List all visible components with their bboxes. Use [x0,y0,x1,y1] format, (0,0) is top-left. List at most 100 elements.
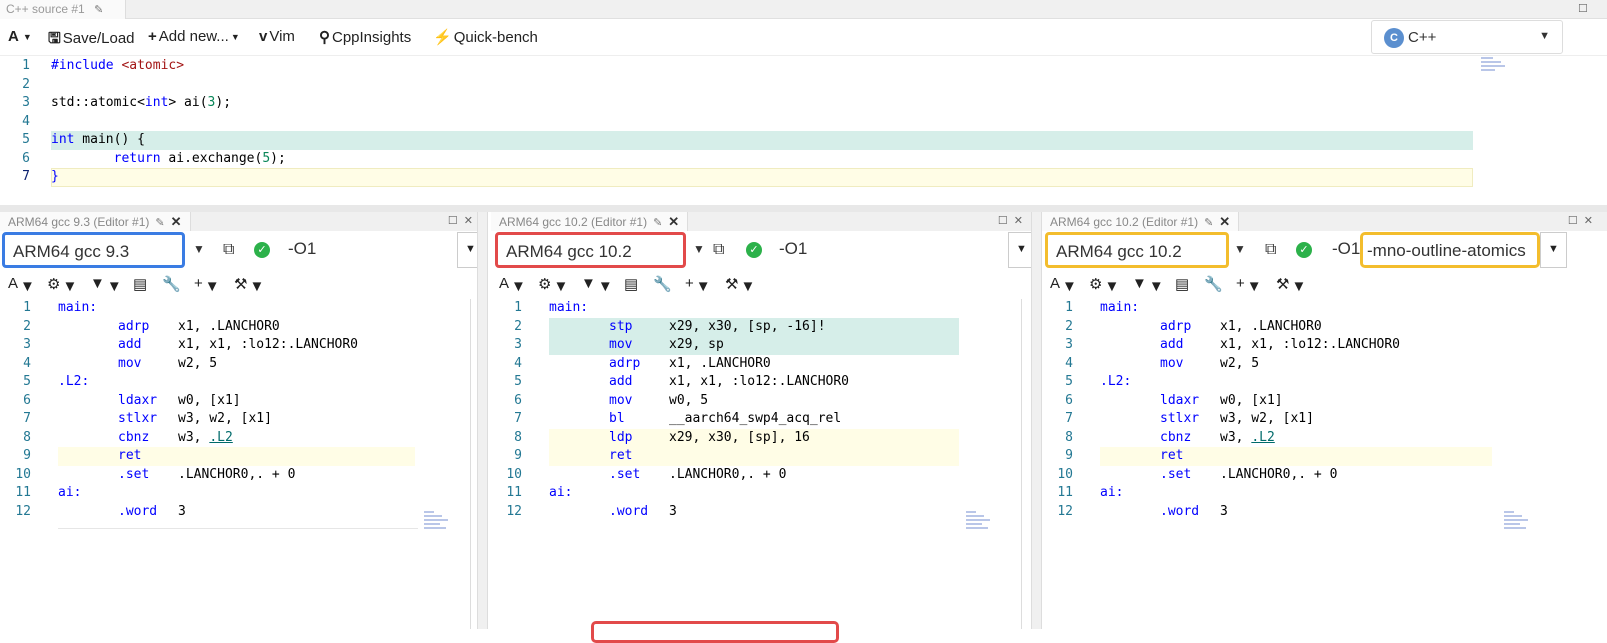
settings-icon[interactable]: ⚙ ▼ [47,275,77,295]
asm-line: 7 stlxr w3, w2, [x1] [0,410,487,429]
assembly-minimap[interactable] [1504,511,1544,531]
close-icon[interactable]: ✕ [171,214,182,229]
check-ok-icon[interactable]: ✓ [254,242,270,258]
line-number: 6 [514,392,522,408]
wrench-icon[interactable]: 🔧 [1204,275,1223,293]
pane-splitter[interactable] [1031,212,1042,629]
pane-tab[interactable]: ARM64 gcc 9.3 (Editor #1) ✎ ✕ [0,212,191,231]
maximize-icon[interactable]: ☐ [1578,2,1588,15]
add-tool-icon[interactable]: + ▼ [1236,275,1262,295]
compiler-select[interactable]: ARM64 gcc 10.2 [1045,232,1229,268]
check-ok-icon[interactable]: ✓ [746,242,762,258]
chevron-down-icon: ▼ [465,243,476,255]
asm-opcode: .word [1160,503,1200,519]
language-value: C++ [1408,29,1437,46]
asm-opcode: adrp [609,355,641,371]
asm-line: 5 .L2: [0,373,487,392]
quickbench-button[interactable]: ⚡ Quick-bench [433,28,538,46]
cppinsights-icon: ⚲ [319,29,330,46]
asm-operands: .LANCHOR0,. + 0 [1220,466,1338,482]
compiler-row: ARM64 gcc 10.2 ▼ ⧉ ✓ -O1 -mno-outline-at… [1042,232,1607,270]
popout-icon[interactable]: ⧉ [1265,241,1276,259]
pencil-icon[interactable]: ✎ [155,217,164,229]
font-size-icon[interactable]: A ▼ [1050,275,1077,295]
compiler-options-input[interactable]: -O1 [1322,232,1364,268]
label-link[interactable]: .L2 [1251,430,1274,445]
vim-button[interactable]: v Vim [259,28,295,45]
assembly-view[interactable]: 1 main: 2 adrp x1, .LANCHOR0 3 add x1, x1, :lo1… [0,299,487,629]
pane-tab[interactable]: ARM64 gcc 10.2 (Editor #1) ✎ ✕ [1042,212,1240,231]
pane-window-buttons[interactable]: ☐✕ [1568,214,1599,227]
font-size-icon[interactable]: A ▼ [499,275,526,295]
settings-icon[interactable]: ⚙ ▼ [538,275,568,295]
font-size-icon[interactable]: A ▼ [8,275,35,295]
compiler-options-input[interactable]: -O1 [278,232,458,268]
filter-icon[interactable]: ▼ ▼ [1132,275,1164,295]
asm-operands: w3, w2, [x1] [178,411,272,426]
add-new-button[interactable]: + Add new... ▼ [148,28,240,45]
highlight-box [591,621,839,643]
font-size-button[interactable]: A ▼ [8,28,32,45]
save-load-button[interactable]: 🖫 Save/Load [48,28,135,53]
pane-toolbar: A ▼ ⚙ ▼ ▼ ▼ ▤ 🔧 + ▼ ⚒ ▼ [491,272,1037,298]
filter-icon[interactable]: ▼ ▼ [90,275,122,295]
assembly-minimap[interactable] [424,511,464,531]
check-ok-icon[interactable]: ✓ [1296,242,1312,258]
filter-icon[interactable]: ▼ ▼ [581,275,613,295]
pencil-icon[interactable]: ✎ [1204,217,1213,229]
chevron-down-icon[interactable]: ▼ [193,242,205,256]
asm-line: 7 bl __aarch64_swp4_acq_rel [491,410,1037,429]
splitter[interactable] [0,205,1607,212]
line-number: 7 [1065,411,1073,426]
compiler-options-input[interactable]: -O1 [769,232,1009,268]
options-dropdown[interactable]: ▼ [1540,232,1567,268]
compiler-select[interactable]: ARM64 gcc 10.2 [495,232,686,268]
compiler-pane-1: ARM64 gcc 9.3 (Editor #1) ✎ ✕ ☐✕ ARM64 gcc… [0,212,487,629]
extra-options-input[interactable]: -mno-outline-atomics [1360,232,1540,268]
close-icon[interactable]: ✕ [1219,214,1230,229]
pencil-icon[interactable]: ✎ [94,4,103,16]
popout-icon[interactable]: ⧉ [223,241,234,259]
wrench-icon[interactable]: 🔧 [653,275,672,293]
add-tool-icon[interactable]: + ▼ [685,275,711,295]
pane-splitter[interactable] [477,212,488,629]
popout-icon[interactable]: ⧉ [713,241,724,259]
tool-icon[interactable]: ⚒ ▼ [234,275,264,295]
assembly-minimap[interactable] [966,511,1006,531]
pane-window-buttons[interactable]: ☐✕ [998,214,1029,227]
tool-icon[interactable]: ⚒ ▼ [725,275,755,295]
chevron-down-icon: ▼ [1539,30,1550,42]
cppinsights-button[interactable]: ⚲ CppInsights [319,28,411,46]
pane-window-buttons[interactable]: ☐✕ [448,214,479,227]
tool-icon[interactable]: ⚒ ▼ [1276,275,1306,295]
label-link[interactable]: .L2 [209,430,232,445]
assembly-view[interactable]: 1 main: 2 adrp x1, .LANCHOR0 3 add x1, x1, :lo1… [1042,299,1607,629]
compiler-row: ARM64 gcc 10.2 ▼ ⧉ ✓ -O1 ▼ [491,232,1037,270]
chevron-down-icon: ▼ [1548,243,1559,255]
chevron-down-icon[interactable]: ▼ [1234,242,1246,256]
editor-tab-title: C++ source #1 [6,2,85,16]
language-select[interactable]: C C++ ▼ [1371,20,1563,54]
editor-tab[interactable]: C++ source #1 ✎ [0,0,126,19]
asm-line: 5 add x1, x1, :lo12:.LANCHOR0 [491,373,1037,392]
book-icon[interactable]: ▤ [624,275,638,293]
close-icon[interactable]: ✕ [668,214,679,229]
pane-tab[interactable]: ARM64 gcc 10.2 (Editor #1) ✎ ✕ [491,212,689,231]
settings-icon[interactable]: ⚙ ▼ [1089,275,1119,295]
asm-operands: w3, w2, [x1] [1220,411,1314,426]
compiler-select[interactable]: ARM64 gcc 9.3 [2,232,185,268]
asm-opcode: mov [118,355,142,371]
wrench-icon[interactable]: 🔧 [162,275,181,293]
line-number: 4 [1065,355,1073,371]
chevron-down-icon[interactable]: ▼ [693,242,705,256]
asm-opcode: adrp [1160,318,1192,334]
assembly-view[interactable]: 1 main: 2 stp x29, x30, [sp, -16]! 3 mov x29, s… [491,299,1037,629]
editor-minimap[interactable] [1481,57,1513,73]
asm-operands: x1, .LANCHOR0 [1220,318,1322,334]
asm-opcode: ldaxr [118,392,158,408]
book-icon[interactable]: ▤ [133,275,147,293]
source-editor[interactable]: 1 #include <atomic> 2 3 std::atomic<int>… [0,57,1480,205]
add-tool-icon[interactable]: + ▼ [194,275,220,295]
pencil-icon[interactable]: ✎ [653,217,662,229]
book-icon[interactable]: ▤ [1175,275,1189,293]
